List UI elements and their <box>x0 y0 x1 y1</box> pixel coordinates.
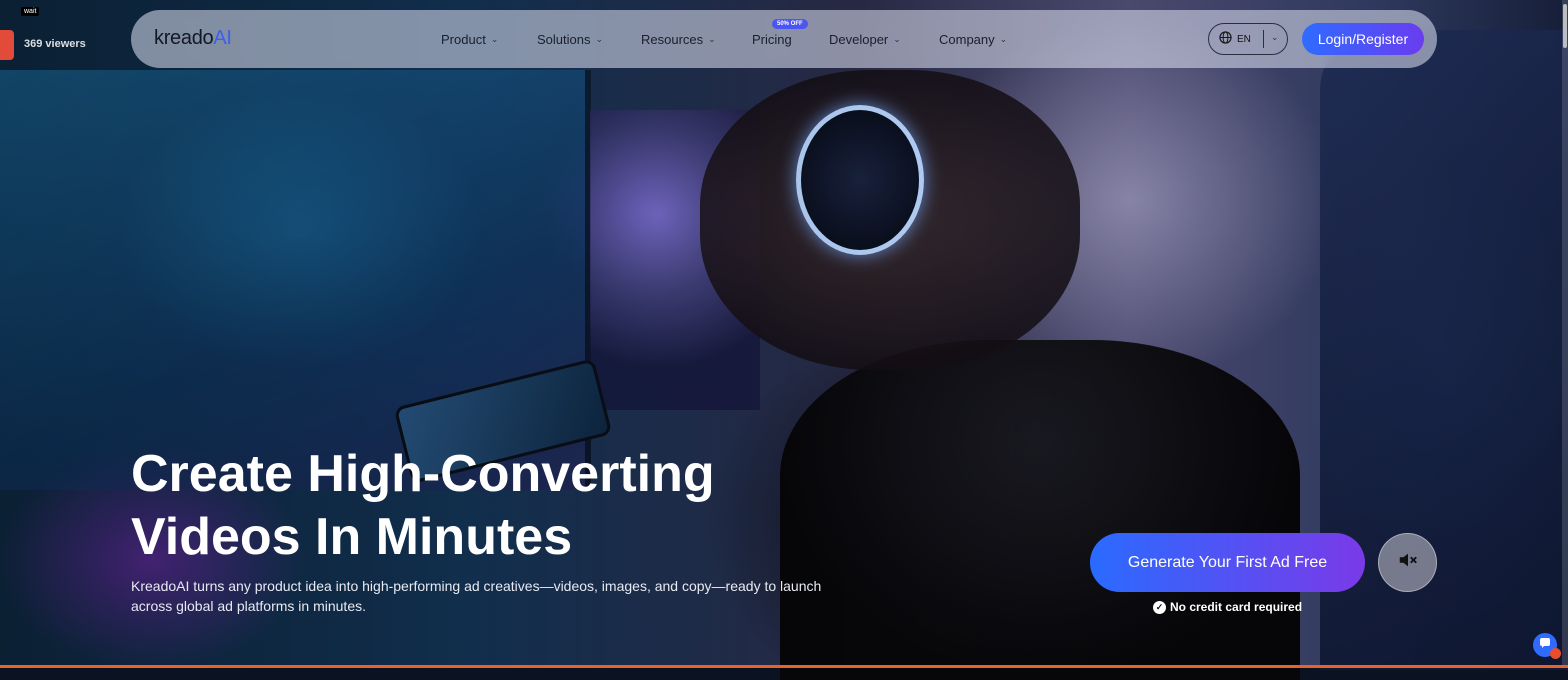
hero-title-line-2: Videos In Minutes <box>131 508 573 566</box>
page-scrollbar[interactable] <box>1562 0 1568 668</box>
chevron-down-icon: ⌄ <box>708 34 716 44</box>
nav-company-label: Company <box>939 32 995 47</box>
logo[interactable]: kreadoAI <box>154 27 232 50</box>
check-circle-icon: ✓ <box>1153 600 1166 614</box>
nav-resources-label: Resources <box>641 32 704 47</box>
live-badge <box>0 30 14 60</box>
notification-dot <box>1550 648 1561 659</box>
nav-company[interactable]: Company ⌄ <box>939 32 1007 47</box>
no-credit-card-note: ✓ No credit card required <box>1153 600 1302 614</box>
nav-product-label: Product <box>441 32 486 47</box>
hero-title: Create High-Converting Videos In Minutes <box>131 443 831 569</box>
chevron-down-icon: ⌄ <box>1271 32 1279 42</box>
mute-button[interactable] <box>1378 533 1437 592</box>
language-divider <box>1263 30 1264 48</box>
generate-ad-button[interactable]: Generate Your First Ad Free <box>1090 533 1365 592</box>
nav-solutions[interactable]: Solutions ⌄ <box>537 32 603 47</box>
chevron-down-icon: ⌄ <box>893 34 901 44</box>
scrollbar-thumb[interactable] <box>1563 4 1567 48</box>
nav-developer-label: Developer <box>829 32 889 47</box>
nav-pricing[interactable]: Pricing <box>752 32 792 47</box>
chevron-down-icon: ⌄ <box>595 34 604 44</box>
language-select[interactable]: EN ⌄ <box>1208 23 1288 55</box>
viewer-count: 369 viewers <box>24 38 86 50</box>
nav-developer[interactable]: Developer ⌄ <box>829 32 901 47</box>
nav-pricing-label: Pricing <box>752 32 792 47</box>
pricing-discount-badge: 50% OFF <box>772 19 808 29</box>
logo-accent: AI <box>213 27 232 49</box>
chat-widget-button[interactable] <box>1533 633 1561 659</box>
language-code: EN <box>1237 33 1251 45</box>
speaker-mute-icon <box>1397 549 1419 576</box>
logo-text: kreado <box>154 27 214 49</box>
top-navbar: kreadoAI Product ⌄ Solutions ⌄ Resources… <box>131 10 1437 68</box>
globe-icon <box>1219 31 1232 47</box>
chevron-down-icon: ⌄ <box>999 34 1008 44</box>
nav-product[interactable]: Product ⌄ <box>441 32 498 47</box>
hero-description: KreadoAI turns any product idea into hig… <box>131 578 822 614</box>
wait-tag: wait <box>21 7 40 16</box>
chevron-down-icon: ⌄ <box>490 34 499 44</box>
nav-solutions-label: Solutions <box>537 32 591 47</box>
login-register-button[interactable]: Login/Register <box>1302 23 1424 55</box>
hero-title-line-1: Create High-Converting <box>131 445 715 503</box>
no-credit-card-text: No credit card required <box>1170 600 1303 614</box>
nav-resources[interactable]: Resources ⌄ <box>641 32 716 47</box>
